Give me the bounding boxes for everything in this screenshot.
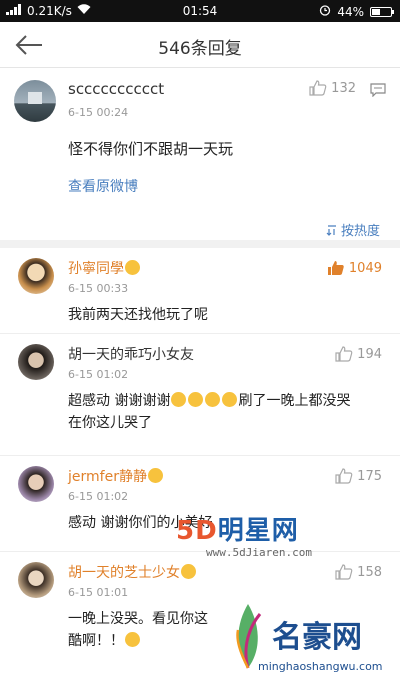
page-title: 546条回复 — [158, 39, 242, 59]
thumbs-up-icon — [335, 468, 353, 484]
crying-emoji-icon — [205, 392, 221, 407]
avatar[interactable] — [18, 562, 54, 598]
avatar[interactable] — [18, 466, 54, 502]
watermark-minghao-url: minghaoshangwu.com — [258, 660, 383, 673]
sort-icon — [326, 224, 336, 236]
thumbs-up-icon — [327, 261, 344, 275]
crying-emoji-icon — [222, 392, 238, 407]
nav-bar: 546条回复 — [0, 22, 400, 68]
crying-emoji-icon — [171, 392, 187, 407]
battery-percent: 44% — [337, 4, 364, 19]
view-original-link[interactable]: 查看原微博 — [68, 176, 138, 196]
avatar[interactable] — [18, 344, 54, 380]
like-button[interactable]: 132 — [309, 80, 356, 96]
emoji-icon — [147, 468, 163, 483]
watermark-5d-url: www.5dJiaren.com — [206, 546, 312, 559]
username[interactable]: 胡一天的芝士少女 — [68, 562, 197, 582]
timestamp: 6-15 00:24 — [68, 106, 129, 119]
watermark-5d-logo: 5D明星网 — [176, 516, 299, 546]
comment-text: 超感动 谢谢谢谢 刷了一晚上都没哭 在你这儿哭了 — [68, 392, 351, 431]
avatar[interactable] — [18, 258, 54, 294]
username[interactable]: 胡一天的乖巧小女友 — [68, 344, 194, 364]
comment-text: 我前两天还找他玩了呢 — [68, 307, 208, 323]
avatar[interactable] — [14, 80, 56, 122]
like-count: 175 — [357, 468, 382, 484]
like-button[interactable]: 194 — [335, 346, 382, 362]
like-button[interactable]: 1049 — [327, 260, 382, 276]
username[interactable]: jermfer静静 — [68, 466, 164, 486]
status-bar: 0.21K/s 01:54 44% — [0, 0, 400, 22]
username[interactable]: 孙寧同學 — [68, 258, 141, 278]
thumbs-up-icon — [335, 564, 353, 580]
list-item: 孙寧同學 6-15 00:33 1049 我前两天还找他玩了呢 — [0, 248, 400, 334]
like-count: 1049 — [348, 260, 382, 276]
like-count: 194 — [357, 346, 382, 362]
alarm-icon — [319, 4, 331, 19]
watermark-minghao-logo: 名豪网 — [272, 620, 362, 655]
timestamp: 6-15 00:33 — [68, 282, 129, 295]
battery-icon — [370, 6, 394, 17]
comment-text: 怪不得你们不跟胡一天玩 — [68, 140, 234, 158]
emoji-icon — [125, 260, 140, 275]
timestamp: 6-15 01:02 — [68, 368, 129, 381]
like-button[interactable]: 158 — [335, 564, 382, 580]
sort-label: 按热度 — [340, 224, 380, 239]
emoji-icon — [125, 632, 140, 647]
timestamp: 6-15 01:01 — [68, 586, 129, 599]
like-button[interactable]: 175 — [335, 468, 382, 484]
emoji-icon — [181, 564, 196, 579]
list-item: 胡一天的乖巧小女友 6-15 01:02 194 超感动 谢谢谢谢 刷了一晚上都没… — [0, 334, 400, 456]
sort-by-popularity-button[interactable]: 按热度 — [326, 220, 380, 239]
timestamp: 6-15 01:02 — [68, 490, 129, 503]
comment-icon[interactable] — [370, 82, 386, 98]
thumbs-up-icon — [335, 346, 353, 362]
like-count: 158 — [357, 564, 382, 580]
original-comment: scccccccccct 6-15 00:24 132 怪不得你们不跟胡一天玩 … — [0, 68, 400, 248]
like-count: 132 — [331, 80, 356, 96]
username[interactable]: scccccccccct — [68, 80, 164, 98]
crying-emoji-icon — [188, 392, 204, 407]
thumbs-up-icon — [309, 80, 327, 96]
